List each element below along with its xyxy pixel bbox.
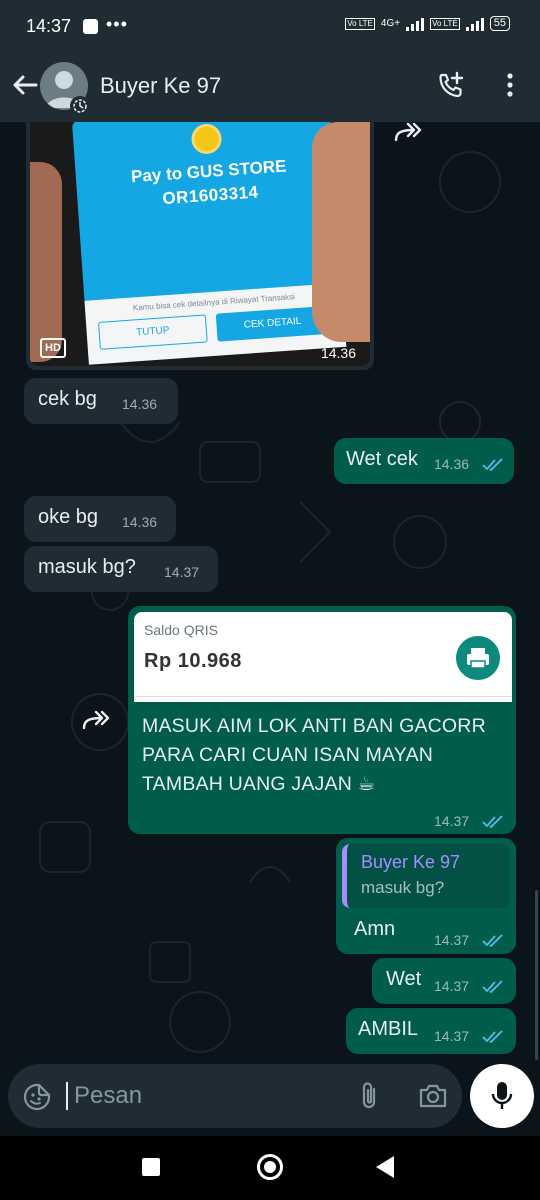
contact-name[interactable]: Buyer Ke 97 [100, 73, 221, 99]
scrollbar[interactable] [535, 890, 538, 1060]
more-options-icon[interactable] [498, 70, 522, 100]
image-time: 14.36 [320, 345, 356, 361]
message-line: PARA CARI CUAN ISAN MAYAN [142, 744, 434, 766]
microphone-icon [491, 1082, 513, 1109]
attach-icon[interactable] [358, 1081, 382, 1111]
message-text: AMBIL [358, 1018, 419, 1040]
forward-icon[interactable] [80, 710, 110, 732]
read-ticks-icon [482, 934, 503, 948]
message-text: masuk bg? [38, 556, 136, 578]
signal-icon-2 [465, 17, 484, 31]
sticker-icon[interactable] [22, 1082, 52, 1112]
status-time: 14:37 [26, 16, 72, 36]
coin-icon [190, 122, 223, 155]
outgoing-message[interactable]: Wet 14.37 [372, 958, 516, 1004]
message-composer: Pesan [0, 1062, 540, 1136]
recents-icon[interactable] [142, 1158, 160, 1176]
message-text: Amn [354, 918, 396, 940]
incoming-message[interactable]: oke bg 14.36 [24, 496, 176, 542]
back-icon[interactable] [376, 1156, 394, 1178]
add-call-icon[interactable] [436, 70, 466, 100]
camera-icon[interactable] [418, 1082, 448, 1110]
close-button-in-image: TUTUP [98, 314, 208, 350]
input-placeholder: Pesan [74, 1082, 143, 1109]
back-arrow-icon[interactable] [10, 70, 40, 100]
notification-icon [83, 19, 98, 34]
disappearing-timer-icon [70, 96, 90, 116]
message-time: 14.37 [434, 1028, 470, 1044]
message-time: 14.37 [164, 564, 200, 580]
read-ticks-icon [482, 815, 503, 829]
quoted-sender: Buyer Ke 97 [361, 852, 461, 872]
hd-badge: HD [40, 338, 66, 358]
status-bar: 14:37 ••• Vo LTE 4G+ Vo LTE 55 [0, 0, 540, 56]
message-body: MASUK AIM LOK ANTI BAN GACORR PARA CARI … [142, 712, 486, 799]
message-time: 14.36 [122, 514, 158, 530]
qris-amount: Rp 10.968 [144, 650, 242, 672]
print-button[interactable] [456, 636, 500, 680]
message-time: 14.37 [434, 932, 470, 948]
more-notifications-icon: ••• [106, 14, 128, 34]
payment-screenshot-image[interactable]: Pay to GUS STORE OR1603314 Kamu bisa cek… [30, 122, 370, 366]
quoted-message[interactable]: Buyer Ke 97 masuk bg? [342, 844, 510, 908]
message-time: 14.37 [434, 978, 470, 994]
message-text: oke bg [38, 506, 99, 528]
network-type-label: 4G+ [380, 18, 401, 29]
incoming-message[interactable]: masuk bg? 14.37 [24, 546, 218, 592]
message-input[interactable]: Pesan [8, 1064, 462, 1128]
status-icons: Vo LTE 4G+ Vo LTE 55 [345, 16, 510, 31]
printer-icon [467, 648, 489, 669]
read-ticks-icon [482, 458, 503, 472]
read-ticks-icon [482, 980, 503, 994]
incoming-message[interactable]: cek bg 14.36 [24, 378, 178, 424]
volte-icon-2: Vo LTE [430, 17, 460, 30]
quoted-text: masuk bg? [361, 878, 445, 897]
qris-label: Saldo QRIS [144, 622, 218, 638]
chat-header: Buyer Ke 97 [0, 56, 540, 122]
message-text: Wet cek [346, 448, 418, 470]
phone-screen: Pay to GUS STORE OR1603314 Kamu bisa cek… [71, 122, 347, 365]
text-caret [66, 1082, 68, 1110]
outgoing-message[interactable]: AMBIL 14.37 [346, 1008, 516, 1054]
home-icon[interactable] [257, 1154, 283, 1180]
voice-message-button[interactable] [470, 1064, 534, 1128]
hand-left [30, 162, 62, 362]
battery-icon: 55 [489, 16, 510, 31]
read-ticks-icon [482, 1030, 503, 1044]
message-text: cek bg [38, 388, 97, 410]
message-time: 14.36 [122, 396, 158, 412]
forward-icon[interactable] [392, 122, 422, 144]
message-line: MASUK AIM LOK ANTI BAN GACORR [142, 715, 486, 737]
qris-balance-card[interactable]: Saldo QRIS Rp 10.968 [134, 612, 512, 702]
outgoing-message[interactable]: Wet cek 14.36 [334, 438, 514, 484]
message-time: 14.36 [434, 456, 470, 472]
card-divider [134, 696, 512, 697]
message-text: Wet [386, 968, 422, 990]
phone-bottom-panel: Kamu bisa cek detailnya di Riwayat Trans… [84, 282, 347, 365]
system-nav-bar [0, 1136, 540, 1200]
chat-area[interactable]: Pay to GUS STORE OR1603314 Kamu bisa cek… [0, 122, 540, 1062]
volte-icon: Vo LTE [345, 17, 375, 30]
image-message[interactable]: Pay to GUS STORE OR1603314 Kamu bisa cek… [26, 122, 374, 370]
message-time: 14.37 [434, 813, 470, 829]
signal-icon [406, 17, 425, 31]
message-line: TAMBAH UANG JAJAN ☕ [142, 773, 376, 795]
thumb [312, 122, 370, 342]
